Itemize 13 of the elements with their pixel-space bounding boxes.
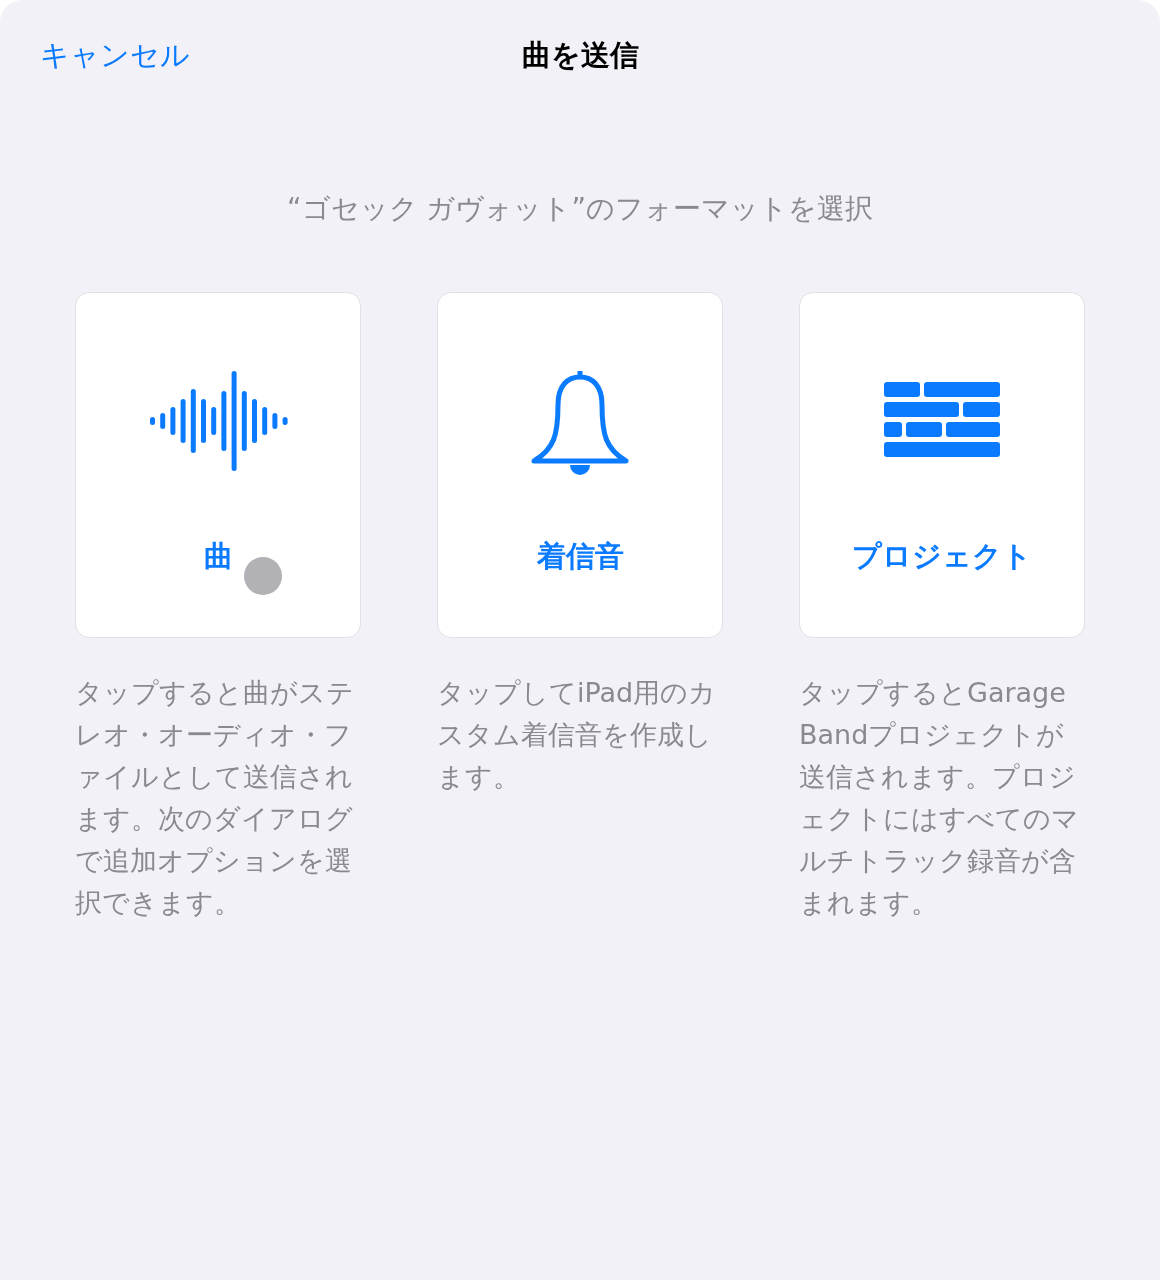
card-label: プロジェクト bbox=[852, 538, 1032, 575]
format-card[interactable]: プロジェクト bbox=[799, 292, 1085, 638]
card-description: タップするとGarageBandプロジェクトが送信されます。プロジェクトにはすべてのマルチトラック録音が含まれます。 bbox=[799, 676, 1079, 920]
touch-indicator bbox=[244, 557, 282, 595]
card-description: タップすると曲がステレオ・オーディオ・ファイルとして送信されます。次のダイアログで追加オプションを選択できます。 bbox=[75, 676, 355, 920]
card-label: 着信音 bbox=[536, 538, 624, 575]
card-label: 曲 bbox=[203, 538, 233, 575]
format-card[interactable]: 着信音 bbox=[437, 292, 723, 638]
sheet-title: 曲を送信 bbox=[521, 37, 639, 74]
cancel-button[interactable]: キャンセル bbox=[40, 36, 190, 76]
format-card[interactable]: 曲 bbox=[75, 292, 361, 638]
card-description: タップしてiPad用のカスタム着信音を作成します。 bbox=[437, 676, 717, 794]
format-prompt: “ゴセック ガヴォット”のフォーマットを選択 bbox=[286, 191, 874, 227]
